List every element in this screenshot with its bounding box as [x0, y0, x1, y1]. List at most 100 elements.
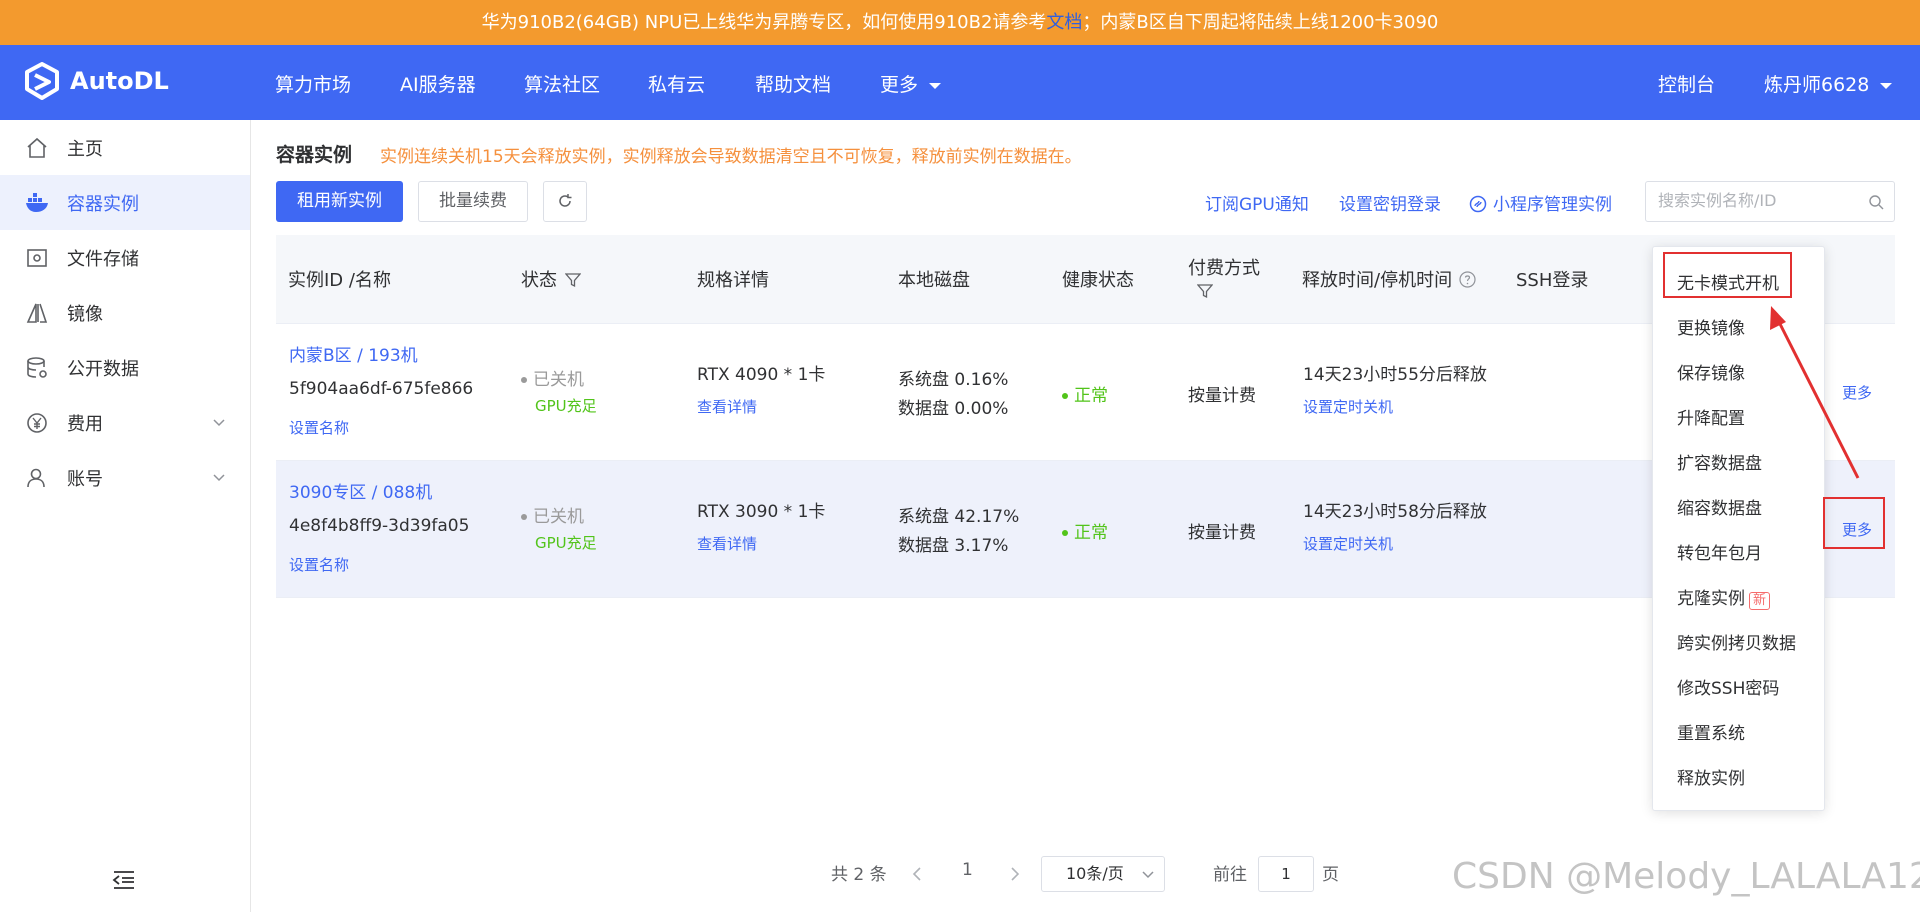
release-time: 14天23小时55分后释放 — [1303, 365, 1487, 385]
rent-new-instance-button[interactable]: 租用新实例 — [276, 181, 403, 222]
help-icon[interactable] — [1459, 271, 1476, 288]
system-disk-usage: 系统盘 42.17% — [898, 507, 1020, 527]
menu-item-change-image[interactable]: 更换镜像 — [1677, 314, 1745, 339]
set-name-link[interactable]: 设置名称 — [289, 417, 349, 438]
nav-more-label: 更多 — [880, 74, 919, 96]
spec-text: RTX 3090 * 1卡 — [697, 502, 826, 522]
set-shutdown-timer-link[interactable]: 设置定时关机 — [1303, 533, 1393, 554]
menu-item-reset-system[interactable]: 重置系统 — [1677, 719, 1745, 744]
nav-help-docs[interactable]: 帮助文档 — [755, 70, 831, 97]
nav-compute-market[interactable]: 算力市场 — [275, 70, 351, 97]
annotation-highlight-box — [1663, 252, 1792, 298]
sidebar-item-label: 容器实例 — [67, 193, 139, 215]
instance-name-link[interactable]: 3090专区 / 088机 — [289, 478, 432, 503]
chevron-down-icon — [1142, 871, 1154, 879]
set-key-login-link[interactable]: 设置密钥登录 — [1339, 190, 1441, 215]
storage-icon — [24, 245, 50, 271]
sidebar-item-account[interactable]: 账号 — [0, 450, 250, 505]
nav-private-cloud[interactable]: 私有云 — [648, 70, 705, 97]
payment-method: 按量计费 — [1188, 386, 1256, 406]
batch-renew-button[interactable]: 批量续费 — [418, 181, 528, 222]
menu-item-release-instance[interactable]: 释放实例 — [1677, 764, 1745, 789]
page-size-select[interactable]: 10条/页 — [1041, 856, 1165, 892]
col-instance-id: 实例ID /名称 — [288, 270, 391, 291]
sidebar-item-billing[interactable]: 费用 — [0, 395, 250, 450]
more-actions-link[interactable]: 更多 — [1842, 382, 1872, 403]
container-icon — [24, 190, 50, 216]
set-name-link[interactable]: 设置名称 — [289, 554, 349, 575]
sidebar-item-label: 镜像 — [67, 303, 103, 325]
announcement-banner: 华为910B2(64GB) NPU已上线华为昇腾专区，如何使用910B2请参考文… — [0, 0, 1920, 45]
filter-icon[interactable] — [564, 272, 582, 288]
chevron-left-icon[interactable] — [911, 867, 923, 881]
col-release-time-label: 释放时间/停机时间 — [1302, 270, 1453, 291]
nav-algorithm-community[interactable]: 算法社区 — [524, 70, 600, 97]
health-status: 正常 — [1062, 381, 1108, 406]
view-details-link[interactable]: 查看详情 — [697, 533, 757, 554]
col-health: 健康状态 — [1062, 270, 1134, 291]
sidebar-item-storage[interactable]: 文件存储 — [0, 230, 250, 285]
subscribe-gpu-link[interactable]: 订阅GPU通知 — [1205, 190, 1309, 215]
gpu-availability: GPU充足 — [535, 534, 597, 552]
menu-item-convert-subscription[interactable]: 转包年包月 — [1677, 539, 1762, 564]
refresh-icon — [559, 194, 572, 207]
logo[interactable]: AutoDL — [24, 62, 169, 100]
col-status: 状态 — [521, 266, 582, 292]
sidebar-item-public-data[interactable]: 公开数据 — [0, 340, 250, 395]
menu-item-save-image[interactable]: 保存镜像 — [1677, 359, 1745, 384]
sidebar-item-containers[interactable]: 容器实例 — [0, 175, 250, 230]
refresh-button[interactable] — [543, 181, 587, 222]
spec-text: RTX 4090 * 1卡 — [697, 365, 826, 385]
goto-page-input[interactable]: 1 — [1258, 856, 1314, 892]
payment-method: 按量计费 — [1188, 523, 1256, 543]
search-input[interactable] — [1658, 191, 1858, 210]
banner-text-2: ；内蒙B区自下周起将陆续上线1200卡3090 — [1082, 12, 1439, 33]
search-icon[interactable] — [1868, 194, 1884, 210]
sidebar-item-label: 账号 — [67, 468, 103, 490]
menu-item-shrink-disk[interactable]: 缩容数据盘 — [1677, 494, 1762, 519]
view-details-link[interactable]: 查看详情 — [697, 396, 757, 417]
caret-down-icon — [1880, 82, 1893, 89]
chevron-right-icon[interactable] — [1009, 867, 1021, 881]
pagination-current-page[interactable]: 1 — [962, 860, 973, 880]
chevron-down-icon — [213, 418, 225, 426]
status-text: 已关机 — [521, 365, 584, 390]
menu-item-change-ssh-password[interactable]: 修改SSH密码 — [1677, 674, 1779, 699]
filter-icon[interactable] — [1197, 283, 1213, 299]
release-time: 14天23小时58分后释放 — [1303, 502, 1487, 522]
set-shutdown-timer-link[interactable]: 设置定时关机 — [1303, 396, 1393, 417]
sidebar: 主页 容器实例 文件存储 镜像 公开数据 费用 账号 — [0, 120, 251, 912]
user-menu[interactable]: 炼丹师6628 — [1764, 70, 1893, 97]
col-payment: 付费方式 — [1188, 258, 1260, 279]
nav-ai-server[interactable]: AI服务器 — [400, 70, 476, 97]
sidebar-item-label: 公开数据 — [67, 358, 139, 380]
collapse-sidebar-icon[interactable] — [112, 870, 136, 890]
autodl-logo-icon — [25, 62, 59, 100]
menu-item-expand-disk[interactable]: 扩容数据盘 — [1677, 449, 1762, 474]
yen-icon — [24, 410, 50, 436]
miniprogram-link[interactable]: 小程序管理实例 — [1469, 190, 1612, 215]
status-dot — [521, 514, 527, 520]
image-icon — [24, 300, 50, 326]
menu-item-resize-config[interactable]: 升降配置 — [1677, 404, 1745, 429]
nav-console[interactable]: 控制台 — [1658, 70, 1715, 97]
home-icon — [24, 135, 50, 161]
sidebar-item-label: 主页 — [67, 138, 103, 160]
nav-more[interactable]: 更多 — [880, 70, 942, 97]
health-status: 正常 — [1062, 518, 1108, 543]
banner-doc-link[interactable]: 文档 — [1046, 12, 1082, 33]
menu-item-copy-data[interactable]: 跨实例拷贝数据 — [1677, 629, 1796, 654]
status-dot — [521, 377, 527, 383]
more-actions-menu: 无卡模式开机 更换镜像 保存镜像 升降配置 扩容数据盘 缩容数据盘 转包年包月 … — [1652, 246, 1825, 811]
instance-name-link[interactable]: 内蒙B区 / 193机 — [289, 341, 418, 366]
sidebar-item-images[interactable]: 镜像 — [0, 285, 250, 340]
pagination-page-unit: 页 — [1322, 865, 1339, 885]
instance-id: 4e8f4b8ff9-3d39fa05 — [289, 516, 470, 536]
data-disk-usage: 数据盘 0.00% — [898, 399, 1009, 419]
health-label: 正常 — [1074, 523, 1108, 543]
menu-item-clone-instance[interactable]: 克隆实例新 — [1677, 584, 1771, 610]
sidebar-item-home[interactable]: 主页 — [0, 120, 250, 175]
status-label: 已关机 — [533, 370, 584, 390]
banner-text: 华为910B2(64GB) NPU已上线华为昇腾专区，如何使用910B2请参考 — [481, 12, 1047, 33]
health-dot — [1062, 393, 1068, 399]
